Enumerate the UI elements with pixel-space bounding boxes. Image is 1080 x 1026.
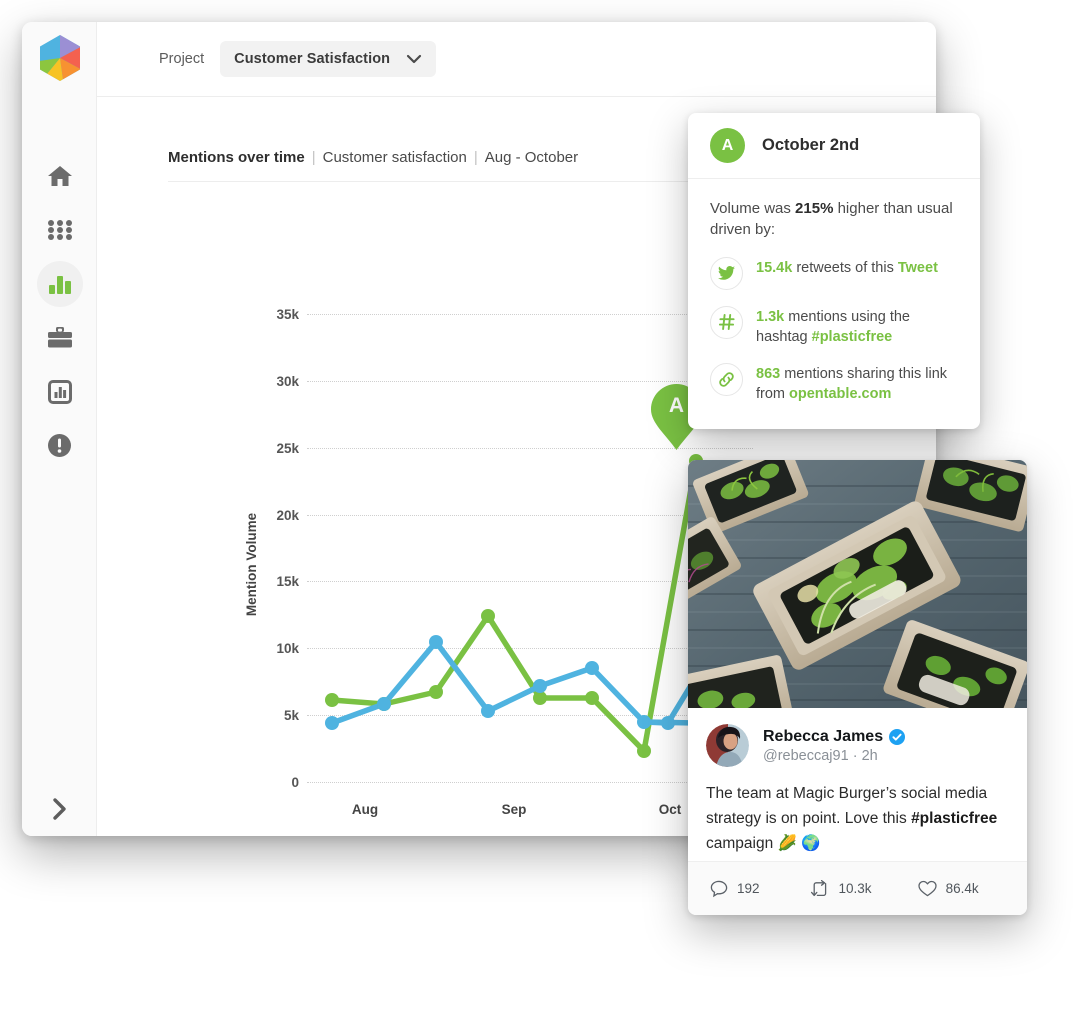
insight-lead-pre: Volume was (710, 200, 796, 217)
sidebar-item-home[interactable] (30, 146, 89, 205)
xtick-oct: Oct (658, 802, 682, 817)
hashtag-icon (710, 305, 743, 339)
insight-lead-text: Volume was 215% higher than usual driven… (710, 198, 958, 241)
tweet-meta-dot: · (852, 747, 858, 764)
insight-row-hashtag-text: 1.3k mentions using the hashtag #plastic… (756, 306, 958, 347)
gridline-0 (307, 782, 753, 783)
tweet-text-post: campaign (706, 835, 778, 853)
ytick-25k: 25k (276, 441, 299, 456)
tweet-author[interactable]: Rebecca James @rebeccaj91 · 2h (706, 724, 1009, 767)
gridline-35k (307, 314, 753, 315)
project-label: Project (159, 51, 205, 67)
insight-hashtag-count: 1.3k (756, 308, 785, 325)
corn-emoji: 🌽 (777, 835, 797, 853)
ytick-10k: 10k (276, 641, 299, 656)
tweet-reply-count: 192 (737, 881, 760, 896)
hexagon-logo (36, 34, 83, 81)
home-icon (47, 165, 72, 186)
insight-card-body: Volume was 215% higher than usual driven… (688, 179, 980, 404)
xtick-aug: Aug (351, 802, 379, 817)
tweet-like-count: 86.4k (945, 881, 979, 896)
tweet-reply-stat[interactable]: 192 (710, 880, 760, 898)
insight-link-domain[interactable]: opentable.com (789, 386, 891, 402)
insight-row-tweet-text: 15.4k retweets of this Tweet (756, 257, 938, 290)
topbar: Project Customer Satisfaction (97, 22, 936, 97)
heart-icon (917, 880, 937, 897)
sidebar-item-reports[interactable] (30, 362, 89, 421)
tweet-card: Rebecca James @rebeccaj91 · 2h The team … (688, 460, 1027, 915)
insight-date: October 2nd (762, 136, 860, 154)
insight-link-count: 863 (756, 365, 781, 382)
tweet-name-line: Rebecca James (763, 727, 906, 746)
insight-hashtag-link[interactable]: #plasticfree (812, 329, 893, 345)
screenshot-root: Project Customer Satisfaction Mentions o… (0, 0, 1080, 1026)
grid-apps-icon (47, 219, 72, 240)
bar-chart-icon (48, 275, 71, 294)
sidebar-item-analytics[interactable] (30, 254, 89, 313)
tweet-photo (688, 460, 1027, 708)
project-selector[interactable]: Customer Satisfaction (220, 41, 437, 77)
insight-avatar: A (710, 128, 745, 163)
gridline-15k (307, 581, 753, 582)
verified-badge-icon (889, 728, 906, 745)
sidebar-expand-button[interactable] (30, 784, 89, 834)
tweet-body: Rebecca James @rebeccaj91 · 2h The team … (688, 708, 1027, 856)
gridline-10k (307, 648, 753, 649)
ytick-35k: 35k (276, 307, 299, 322)
insight-tooltip-card: A October 2nd Volume was 215% higher tha… (688, 113, 980, 429)
ytick-0: 0 (291, 775, 299, 790)
insight-tweet-count: 15.4k (756, 259, 793, 276)
insight-tweet-link[interactable]: Tweet (898, 260, 938, 276)
insight-lead-value: 215% (795, 200, 834, 217)
ytick-5k: 5k (283, 708, 299, 723)
series-line-satisfaction (329, 639, 751, 757)
tweet-author-name: Rebecca James (763, 727, 884, 745)
insight-row-tweet: 15.4k retweets of this Tweet (710, 256, 958, 290)
comment-icon (710, 880, 728, 897)
ytick-30k: 30k (276, 374, 299, 389)
tweet-author-names: Rebecca James @rebeccaj91 · 2h (763, 727, 906, 764)
twitter-bird-icon (710, 256, 743, 290)
avatar (706, 724, 749, 767)
xtick-sep: Sep (501, 802, 527, 817)
briefcase-icon (47, 327, 72, 348)
chevron-right-icon (52, 798, 66, 820)
gridline-20k (307, 515, 753, 516)
insight-row-link: 863 mentions sharing this link from open… (710, 362, 958, 404)
tweet-like-stat[interactable]: 86.4k (917, 880, 979, 897)
tweet-retweet-count: 10.3k (838, 881, 872, 896)
insight-tweet-mid: retweets of this (792, 259, 898, 276)
gridline-5k (307, 715, 753, 716)
alert-circle-icon (48, 434, 71, 457)
link-icon (710, 362, 743, 396)
tweet-handle-text: @rebeccaj91 (763, 747, 849, 764)
sidebar (22, 22, 97, 836)
insight-row-hashtag: 1.3k mentions using the hashtag #plastic… (710, 305, 958, 347)
sidebar-item-alerts[interactable] (30, 416, 89, 475)
insight-row-link-text: 863 mentions sharing this link from open… (756, 363, 958, 404)
project-selector-value: Customer Satisfaction (234, 51, 391, 67)
sidebar-item-projects[interactable] (30, 308, 89, 367)
tweet-text: The team at Magic Burger’s social media … (706, 781, 1009, 856)
tweet-author-meta: @rebeccaj91 · 2h (763, 748, 905, 764)
sidebar-item-apps[interactable] (30, 200, 89, 259)
chart-box-icon (47, 379, 72, 404)
y-axis-title: Mention Volume (244, 512, 259, 617)
gridline-30k (307, 381, 753, 382)
tweet-text-hashtag[interactable]: #plasticfree (911, 810, 997, 827)
tweet-time: 2h (861, 747, 878, 764)
y-axis-title-wrap: Mention Volume (244, 513, 259, 621)
tweet-stats-bar: 192 10.3k 86.4k (688, 861, 1027, 915)
insight-card-header: A October 2nd (688, 113, 980, 179)
chevron-down-icon (407, 54, 422, 64)
retweet-icon (810, 879, 826, 896)
globe-emoji: 🌍 (801, 835, 821, 853)
tweet-retweet-stat[interactable]: 10.3k (810, 879, 872, 898)
